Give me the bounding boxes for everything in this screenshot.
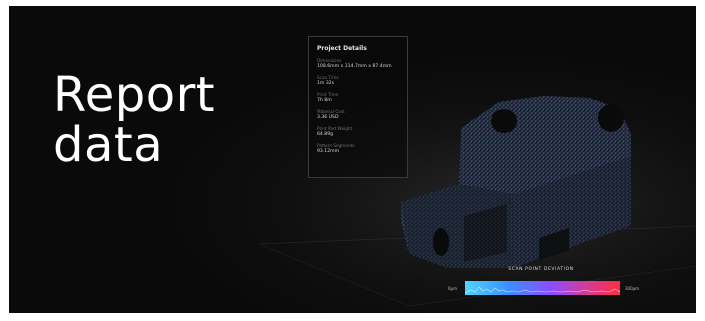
field-print-time: Print Time 7h 8m (317, 92, 399, 104)
scan-deviation-legend: SCAN POINT DEVIATION 0µm 300µm (436, 267, 646, 301)
deviation-gradient-bar (465, 281, 620, 295)
deviation-max-label: 300µm (625, 286, 640, 291)
field-value: 7h 8m (317, 98, 332, 103)
project-details-panel: Project Details Dimensions 108.6mm x 114… (308, 36, 408, 178)
field-part-weight: Print Part Weight 64.89g (317, 126, 399, 138)
hero-line-2: data (53, 117, 164, 173)
field-pattern-segments: Pattern Segments 93.12mm (317, 143, 399, 155)
field-dimensions: Dimensions 108.6mm x 114.7mm x 87.4mm (317, 58, 399, 70)
hero-line-1: Report (53, 67, 216, 123)
field-material-cost: Material Cost 3.36 USD (317, 109, 399, 121)
field-scan-time: Scan Time 1m 32s (317, 75, 399, 87)
deviation-title: SCAN POINT DEVIATION (508, 267, 574, 272)
field-value: 108.6mm x 114.7mm x 87.4mm (317, 64, 392, 69)
report-banner: Report data Project Details Dimensions 1… (9, 6, 696, 313)
field-value: 64.89g (317, 132, 334, 137)
field-value: 93.12mm (317, 149, 340, 154)
deviation-histogram (465, 286, 620, 294)
field-value: 1m 32s (317, 81, 335, 86)
deviation-min-label: 0µm (448, 286, 457, 291)
hero-heading: Report data (53, 70, 215, 170)
panel-title: Project Details (317, 45, 367, 52)
field-value: 3.36 USD (317, 115, 339, 120)
